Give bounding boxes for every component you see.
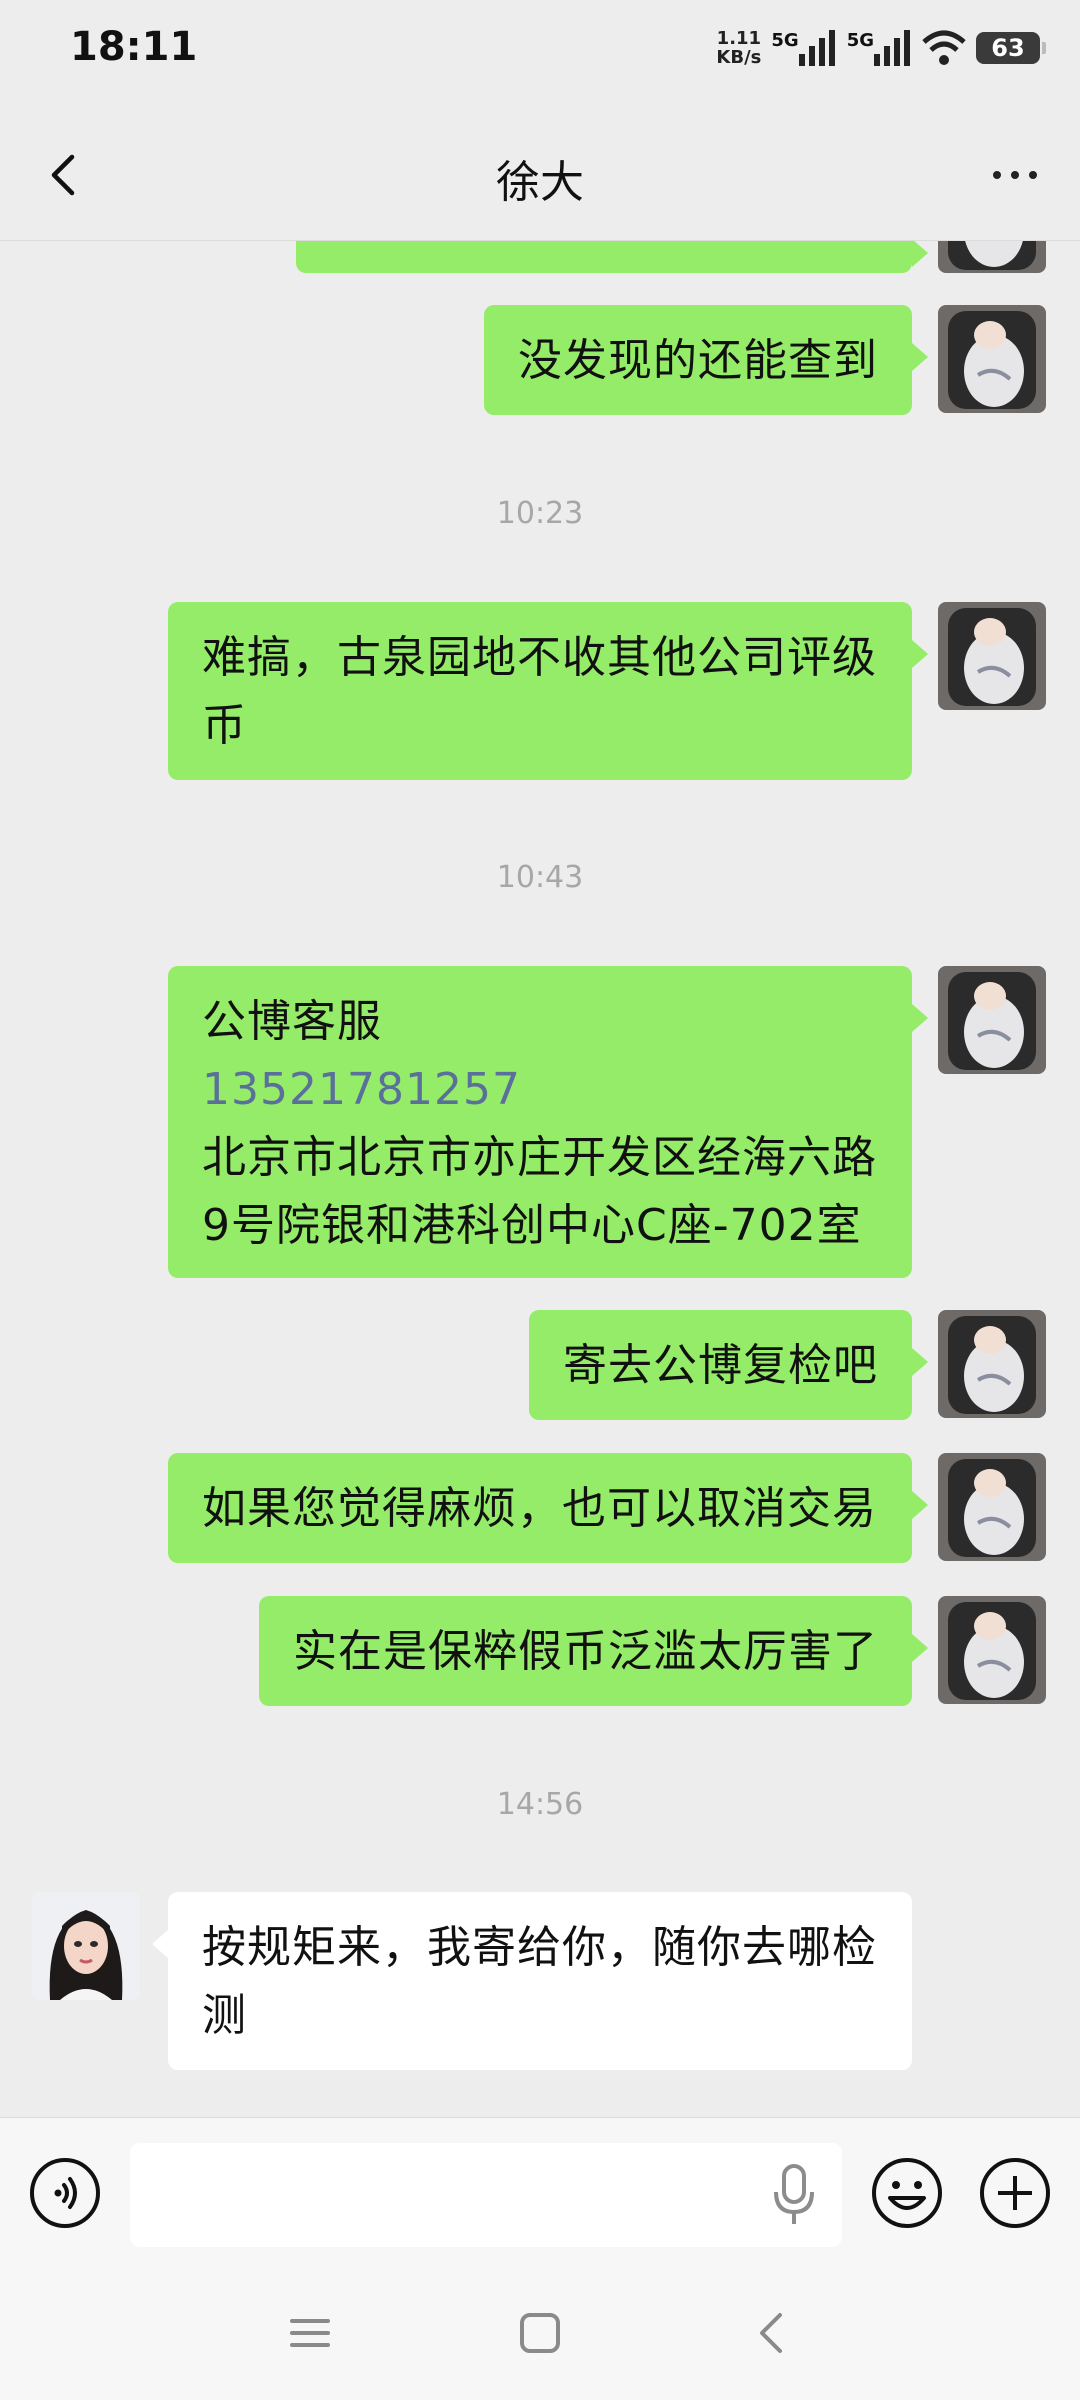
message-list[interactable]: 没发现的还能查到 10:23 难搞，古泉园地不收其他公司评级 币 10:43 公… xyxy=(0,241,1080,2116)
baby-photo-avatar xyxy=(938,305,1046,413)
timestamp: 10:43 xyxy=(496,860,584,895)
nav-back-button[interactable] xyxy=(748,2309,796,2357)
input-bar xyxy=(0,2117,1080,2268)
more-options-button[interactable] xyxy=(980,150,1050,200)
my-avatar[interactable] xyxy=(938,305,1046,413)
baby-photo-avatar xyxy=(938,1310,1046,1418)
signal-2: 5G xyxy=(847,30,912,66)
message-bubble[interactable]: 按规矩来，我寄给你，随你去哪检 测 xyxy=(152,1892,912,2070)
message-text: 寄去公博复检吧 xyxy=(563,1340,878,1391)
plus-button[interactable] xyxy=(978,2156,1052,2230)
timestamp: 14:56 xyxy=(496,1787,584,1822)
signal-1: 5G xyxy=(771,30,836,66)
status-bar: 18:11 1.11 KB/s 5G 5G 63 xyxy=(0,0,1080,100)
more-dot xyxy=(1011,171,1019,179)
signal-bars-icon xyxy=(874,30,910,66)
signal-bars-icon xyxy=(798,30,835,66)
woman-photo-avatar xyxy=(32,1892,140,2000)
phone-number-link[interactable]: 13521781257 xyxy=(202,1056,878,1124)
baby-photo-avatar xyxy=(938,1453,1046,1561)
message-text-line: 币 xyxy=(202,700,247,751)
voice-icon xyxy=(30,2158,100,2228)
message-bubble-partial[interactable] xyxy=(296,241,928,273)
message-text-line: 北京市北京市亦庄开发区经海六路 xyxy=(202,1132,877,1183)
my-avatar[interactable] xyxy=(938,966,1046,1074)
microphone-button[interactable] xyxy=(768,2162,820,2228)
nav-home-button[interactable] xyxy=(516,2309,564,2357)
voice-button[interactable] xyxy=(28,2156,102,2230)
emoji-button[interactable] xyxy=(870,2156,944,2230)
page-title: 徐大 xyxy=(496,157,584,208)
system-nav-bar xyxy=(0,2267,1080,2400)
emoji-icon xyxy=(872,2158,942,2228)
message-text: 实在是保粹假币泛滥太厉害了 xyxy=(293,1626,878,1677)
more-dots-icon xyxy=(993,171,1001,179)
microphone-icon xyxy=(774,2164,814,2224)
status-time: 18:11 xyxy=(70,24,198,70)
message-bubble[interactable]: 如果您觉得麻烦，也可以取消交易 xyxy=(168,1453,928,1563)
message-input[interactable] xyxy=(130,2143,842,2247)
message-bubble[interactable]: 难搞，古泉园地不收其他公司评级 币 xyxy=(168,602,928,780)
plus-icon xyxy=(980,2158,1050,2228)
message-text-line: 公博客服 xyxy=(202,996,382,1047)
my-avatar[interactable] xyxy=(938,241,1046,273)
wifi-icon xyxy=(922,30,966,65)
baby-photo-avatar xyxy=(938,966,1046,1074)
nav-back-icon xyxy=(760,2313,782,2353)
message-text: 如果您觉得麻烦，也可以取消交易 xyxy=(202,1483,877,1534)
my-avatar[interactable] xyxy=(938,1310,1046,1418)
my-avatar[interactable] xyxy=(938,1453,1046,1561)
message-bubble[interactable]: 公博客服 13521781257 北京市北京市亦庄开发区经海六路 9号院银和港科… xyxy=(168,966,928,1278)
net-speed-unit: KB/s xyxy=(716,47,762,68)
message-text-line: 按规矩来，我寄给你，随你去哪检 xyxy=(202,1922,877,1973)
signal-2-label: 5G xyxy=(846,30,874,51)
nav-recents-button[interactable] xyxy=(286,2309,334,2357)
more-dot xyxy=(1029,171,1037,179)
message-text-line: 测 xyxy=(202,1990,247,2041)
my-avatar[interactable] xyxy=(938,602,1046,710)
baby-photo-avatar xyxy=(938,1596,1046,1704)
timestamp: 10:23 xyxy=(496,496,584,531)
baby-photo-avatar xyxy=(938,602,1046,710)
message-text-line: 难搞，古泉园地不收其他公司评级 xyxy=(202,632,877,683)
message-text-line: 9号院银和港科创中心C座-702室 xyxy=(202,1200,862,1251)
message-text: 没发现的还能查到 xyxy=(518,335,878,386)
message-bubble[interactable]: 寄去公博复检吧 xyxy=(529,1310,928,1420)
menu-icon xyxy=(290,2319,330,2347)
net-speed-value: 1.11 xyxy=(716,28,762,49)
baby-photo-avatar xyxy=(938,241,1046,273)
home-square-icon xyxy=(520,2313,560,2353)
message-bubble[interactable]: 没发现的还能查到 xyxy=(484,305,928,415)
battery-indicator: 63 xyxy=(976,32,1046,64)
net-speed: 1.11 KB/s xyxy=(716,29,761,67)
message-bubble[interactable]: 实在是保粹假币泛滥太厉害了 xyxy=(259,1596,928,1706)
chat-header: 徐大 xyxy=(0,110,1080,241)
my-avatar[interactable] xyxy=(938,1596,1046,1704)
signal-1-label: 5G xyxy=(771,30,799,51)
system-icons: 1.11 KB/s 5G 5G 63 xyxy=(716,24,1046,72)
peer-avatar[interactable] xyxy=(32,1892,140,2000)
